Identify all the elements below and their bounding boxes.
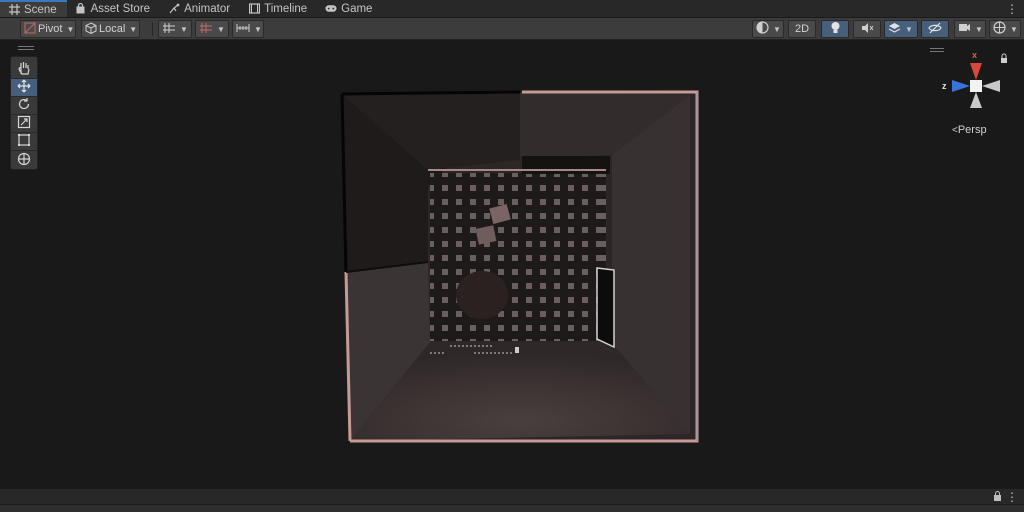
gamepad-icon <box>325 3 337 15</box>
gizmos-dropdown[interactable]: ▼ <box>989 20 1021 38</box>
tab-game-label: Game <box>341 2 373 15</box>
rotate-tool-button[interactable] <box>11 97 37 115</box>
hidden-objects-toggle[interactable] <box>921 20 949 38</box>
chevron-down-icon: ▼ <box>773 24 781 34</box>
increment-snap-dropdown[interactable]: ▼ <box>195 20 229 38</box>
layers-effects-icon <box>888 22 901 37</box>
increment-snap-icon <box>199 22 213 37</box>
globe-gizmo-icon <box>993 21 1006 37</box>
2d-label: 2D <box>794 23 810 35</box>
snap-settings-dropdown[interactable]: ▼ <box>232 20 264 38</box>
round-object <box>456 271 508 319</box>
tab-more-menu-icon[interactable]: ⋮ <box>1006 0 1018 18</box>
chevron-down-icon: ▼ <box>180 24 188 34</box>
scene-render <box>0 40 1024 488</box>
cube-icon <box>85 21 97 37</box>
speaker-muted-icon <box>861 22 874 37</box>
eye-slash-icon <box>928 22 942 37</box>
chevron-down-icon: ▼ <box>1010 24 1018 34</box>
ruler-icon <box>236 22 250 37</box>
rect-transform-icon <box>17 133 31 150</box>
draw-mode-dropdown[interactable]: ▼ <box>752 20 784 38</box>
camera-settings-dropdown[interactable]: ▼ <box>954 20 986 38</box>
shading-sphere-icon <box>756 21 769 37</box>
scale-tool-button[interactable] <box>11 115 37 133</box>
pivot-dropdown[interactable]: Pivot ▼ <box>20 20 76 38</box>
rect-tool-button[interactable] <box>11 133 37 151</box>
hand-icon <box>17 61 31 78</box>
projection-toggle[interactable]: <Persp <box>952 124 987 136</box>
chevron-down-icon: ▼ <box>905 24 913 34</box>
orientation-gizmo[interactable]: x z <box>928 48 1024 158</box>
tab-asset-store-label: Asset Store <box>90 2 151 15</box>
chevron-down-icon: ▼ <box>66 24 75 34</box>
chevron-down-icon: ▼ <box>975 24 983 34</box>
projection-label: Persp <box>957 124 987 136</box>
lock-icon[interactable] <box>993 491 1002 504</box>
audio-toggle-button[interactable] <box>853 20 881 38</box>
tab-timeline-label: Timeline <box>264 2 308 15</box>
grid-snap-icon <box>162 22 176 37</box>
transform-icon <box>17 152 31 169</box>
rotate-icon <box>17 97 31 114</box>
hand-tool-button[interactable] <box>11 61 37 79</box>
camera-icon <box>958 22 971 36</box>
tab-game[interactable]: Game <box>317 0 382 17</box>
door-object <box>596 267 615 349</box>
scale-icon <box>17 115 31 132</box>
animator-icon <box>168 3 180 15</box>
tab-timeline[interactable]: Timeline <box>240 0 317 17</box>
panel-more-menu-icon[interactable]: ⋮ <box>1006 490 1018 504</box>
bag-icon <box>75 3 87 15</box>
grid-snapping-dropdown[interactable]: ▼ <box>158 20 192 38</box>
move-arrows-icon <box>17 79 31 96</box>
chevron-down-icon: ▼ <box>129 24 138 34</box>
tab-asset-store[interactable]: Asset Store <box>67 0 160 17</box>
pivot-icon <box>24 22 36 37</box>
transform-tool-button[interactable] <box>11 151 37 169</box>
chevron-down-icon: ▼ <box>254 24 262 34</box>
panel-grip-handle[interactable] <box>18 46 34 50</box>
pivot-label: Pivot <box>38 23 63 35</box>
chevron-down-icon: ▼ <box>217 24 225 34</box>
gizmo-x-label: x <box>972 50 978 60</box>
tab-scene-label: Scene <box>24 3 57 16</box>
lighting-toggle-button[interactable] <box>821 20 849 38</box>
scene-grid-icon <box>8 4 20 16</box>
tab-animator[interactable]: Animator <box>160 0 240 17</box>
tab-scene[interactable]: Scene <box>0 0 67 17</box>
toolbar-separator <box>152 22 153 36</box>
film-icon <box>248 3 260 15</box>
move-tool-button[interactable] <box>11 79 37 97</box>
light-bulb-icon <box>830 21 841 37</box>
tools-overlay-panel <box>10 46 38 170</box>
editor-tab-bar: Scene Asset Store Animator Timeline Game… <box>0 0 1024 18</box>
bottom-panel-bar: ⋮ <box>0 488 1024 512</box>
gizmo-z-label: z <box>942 81 947 91</box>
scene-toolbar: Pivot ▼ Local ▼ ▼ ▼ ▼ ▼ 2D ▼ ▼ ▼ <box>0 18 1024 40</box>
local-label: Local <box>99 23 126 35</box>
local-dropdown[interactable]: Local ▼ <box>81 20 140 38</box>
2d-toggle-button[interactable]: 2D <box>788 20 816 38</box>
tab-animator-label: Animator <box>184 2 231 15</box>
scene-viewport[interactable]: x z <Persp <box>0 40 1024 488</box>
effects-dropdown[interactable]: ▼ <box>884 20 918 38</box>
